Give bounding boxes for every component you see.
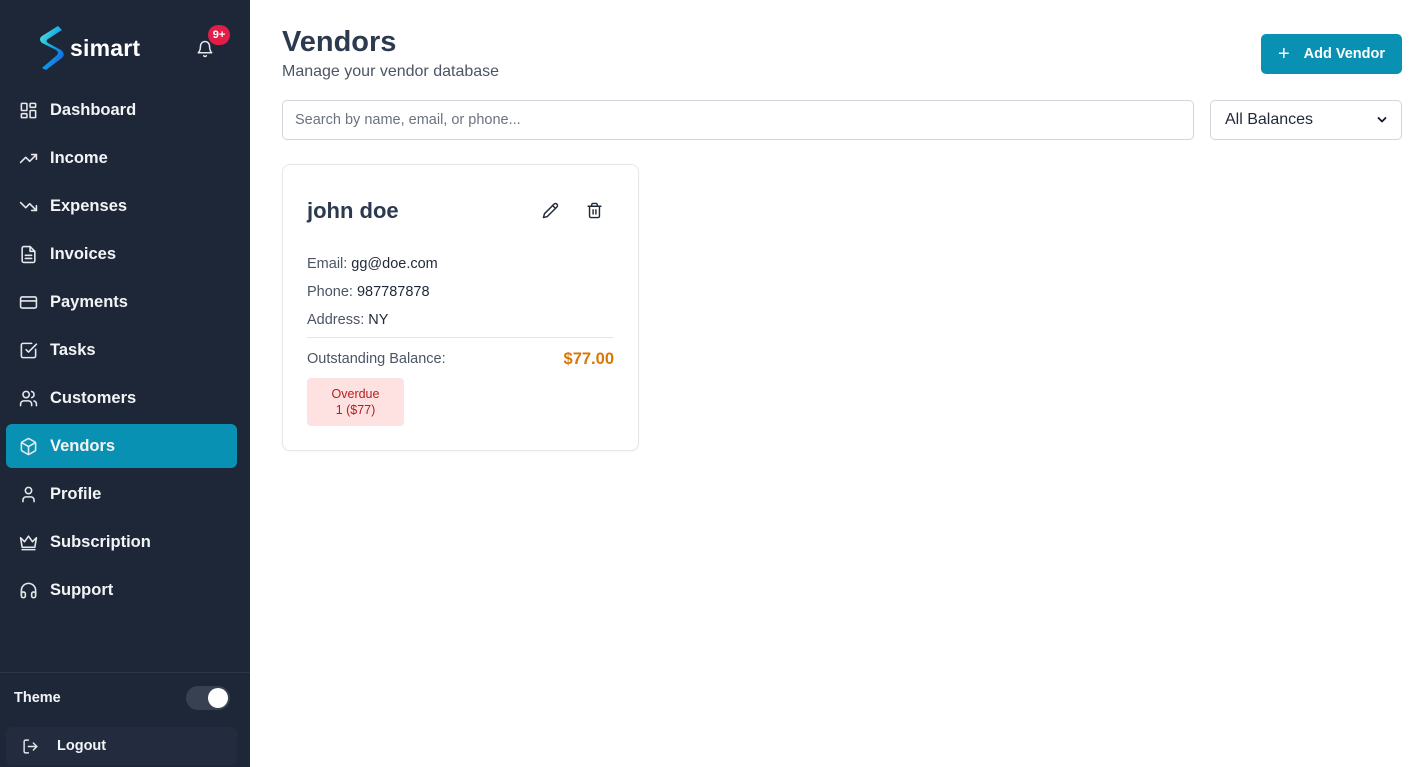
sidebar-item-label: Subscription (50, 532, 151, 551)
sidebar-item-subscription[interactable]: Subscription (6, 520, 237, 564)
outstanding-balance-label: Outstanding Balance: (307, 351, 446, 367)
headphones-icon (18, 580, 38, 600)
sidebar-item-vendors[interactable]: Vendors (6, 424, 237, 468)
sidebar-item-label: Tasks (50, 340, 96, 359)
sidebar: simart 9+ Dashboard Income Expenses Invo… (0, 0, 250, 767)
pencil-icon (542, 202, 558, 218)
document-icon (18, 244, 38, 264)
notification-badge: 9+ (208, 25, 230, 45)
user-icon (18, 484, 38, 504)
credit-card-icon (18, 292, 38, 312)
email-label: Email: (307, 256, 348, 272)
sidebar-item-label: Vendors (50, 436, 116, 455)
brand-name: simart (70, 34, 141, 61)
page-title: Vendors (282, 26, 397, 58)
theme-toggle[interactable] (186, 686, 230, 710)
theme-label: Theme (14, 690, 61, 706)
overdue-label: Overdue (331, 387, 380, 401)
page-subtitle: Manage your vendor database (282, 63, 500, 80)
sidebar-item-label: Income (50, 148, 108, 167)
vendor-address: Address: NY (307, 312, 388, 328)
users-icon (18, 388, 38, 408)
email-value: gg@doe.com (351, 256, 438, 272)
add-vendor-button[interactable]: + Add Vendor (1261, 34, 1402, 74)
checkbox-icon (18, 340, 38, 360)
search-input[interactable] (282, 100, 1194, 140)
balance-filter-value: All Balances (1225, 111, 1314, 128)
logout-button[interactable]: Logout (6, 727, 237, 765)
overdue-detail: 1 ($77) (335, 403, 376, 417)
sidebar-item-label: Invoices (50, 244, 117, 263)
phone-value: 987787878 (356, 284, 430, 300)
address-value: NY (368, 312, 389, 328)
toggle-knob (208, 688, 228, 708)
balance-filter-select[interactable]: All Balances (1210, 100, 1402, 140)
logout-icon (23, 738, 38, 754)
brand[interactable]: simart (36, 24, 140, 72)
add-vendor-label: Add Vendor (1303, 46, 1386, 62)
edit-vendor-button[interactable] (539, 199, 561, 221)
phone-label: Phone: (307, 284, 353, 300)
sidebar-nav: Dashboard Income Expenses Invoices Payme… (6, 88, 237, 616)
sidebar-item-profile[interactable]: Profile (6, 472, 237, 516)
sidebar-item-label: Expenses (50, 196, 128, 215)
sidebar-item-support[interactable]: Support (6, 568, 237, 612)
sidebar-item-tasks[interactable]: Tasks (6, 328, 237, 372)
trending-up-icon (18, 148, 38, 168)
vendor-email: Email: gg@doe.com (307, 256, 438, 272)
trending-down-icon (18, 196, 38, 216)
plus-icon: + (1277, 43, 1290, 65)
divider (307, 337, 614, 338)
address-label: Address: (307, 312, 365, 328)
sidebar-item-label: Customers (50, 388, 137, 407)
simart-logo-icon (40, 26, 64, 70)
sidebar-item-income[interactable]: Income (6, 136, 237, 180)
delete-vendor-button[interactable] (583, 199, 605, 221)
sidebar-item-payments[interactable]: Payments (6, 280, 237, 324)
sidebar-item-invoices[interactable]: Invoices (6, 232, 237, 276)
sidebar-item-label: Dashboard (50, 100, 137, 119)
sidebar-item-customers[interactable]: Customers (6, 376, 237, 420)
box-icon (18, 436, 38, 456)
chevron-down-icon (1377, 117, 1387, 123)
logout-label: Logout (57, 738, 107, 754)
sidebar-item-label: Support (50, 580, 114, 599)
sidebar-item-dashboard[interactable]: Dashboard (6, 88, 237, 132)
crown-icon (18, 532, 38, 552)
sidebar-item-label: Payments (50, 292, 128, 311)
overdue-badge: Overdue 1 ($77) (307, 378, 404, 426)
sidebar-item-label: Profile (50, 484, 102, 503)
vendor-card: john doe Email: gg@doe.com Phone: 98778787… (282, 164, 639, 451)
theme-row: Theme (14, 686, 230, 710)
sidebar-footer: Theme Logout (0, 672, 250, 765)
dashboard-icon (18, 100, 38, 120)
vendor-name: john doe (307, 198, 399, 223)
main-content: Vendors Manage your vendor database + Ad… (250, 0, 1425, 767)
vendor-phone: Phone: 987787878 (307, 284, 430, 300)
sidebar-item-expenses[interactable]: Expenses (6, 184, 237, 228)
trash-icon (586, 202, 602, 218)
outstanding-balance-value: $77.00 (563, 350, 614, 368)
